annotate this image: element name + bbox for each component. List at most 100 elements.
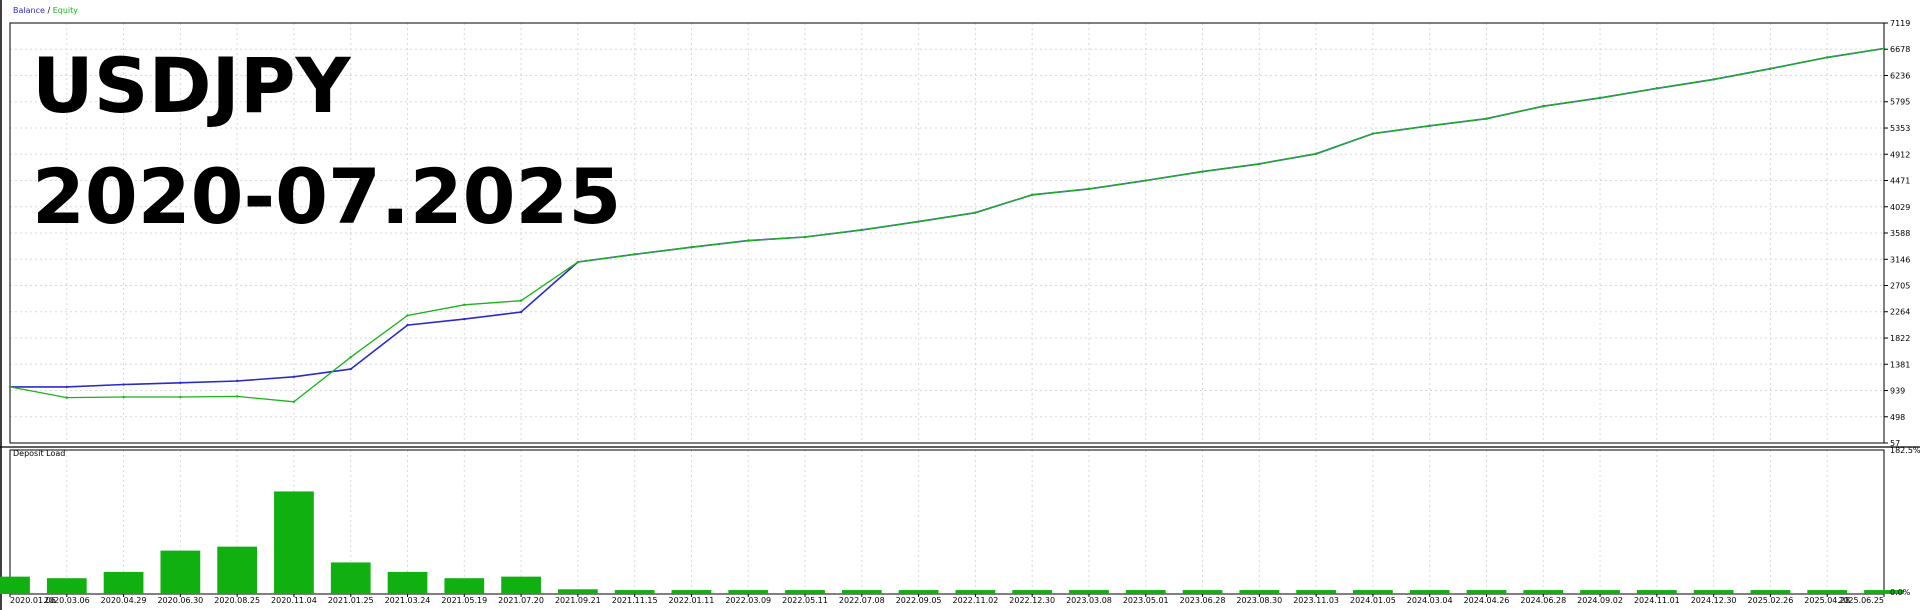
y-tick-label: 2705 [1890, 282, 1910, 291]
balance-point [349, 367, 352, 371]
y-tick-label: 2264 [1890, 308, 1910, 317]
equity-point [1428, 124, 1431, 128]
deposit-load-bar [1523, 590, 1564, 594]
deposit-load-bar [1580, 590, 1620, 594]
x-tick-label: 2021.03.24 [385, 596, 431, 605]
equity-point [519, 299, 523, 302]
x-tick-label: 2021.11.15 [612, 596, 658, 605]
x-tick-label: 2022.05.11 [782, 596, 828, 605]
y-tick-label: 4912 [1890, 150, 1910, 159]
balance-point [463, 317, 466, 321]
equity-point [1598, 96, 1602, 100]
equity-point [122, 395, 125, 399]
deposit-load-bar [444, 578, 485, 594]
deposit-load-bar [1409, 590, 1450, 594]
deposit-load-bar [501, 576, 541, 594]
deposit-load-bar [330, 562, 371, 594]
legend: Balance / Equity [13, 6, 78, 15]
equity-point [747, 239, 750, 242]
deposit-load-bar [46, 578, 87, 594]
x-tick-label: 2024.04.26 [1464, 596, 1510, 605]
deposit-y-tick-max: 182.5% [1890, 446, 1920, 455]
y-tick-label: 1381 [1890, 360, 1910, 369]
deposit-load-bar [614, 590, 655, 594]
x-tick-label: 2024.03.04 [1407, 596, 1453, 605]
deposit-load-bar [1012, 590, 1053, 594]
deposit-load-bar [1466, 590, 1507, 594]
balance-point [179, 381, 182, 384]
deposit-load-bar [955, 590, 996, 594]
deposit-load-bar [1069, 590, 1109, 594]
deposit-load-bar [1693, 590, 1734, 594]
deposit-load-bar [274, 491, 314, 594]
x-tick-label: 2024.11.01 [1634, 596, 1680, 605]
balance-point [519, 310, 523, 314]
equity-point [576, 260, 580, 264]
balance-point [292, 375, 296, 379]
equity-point [1258, 162, 1261, 166]
equity-point [179, 395, 182, 399]
equity-point [917, 220, 920, 223]
equity-point [1655, 87, 1659, 90]
x-tick-label: 2021.05.19 [441, 596, 487, 605]
legend-separator: / [45, 6, 53, 15]
x-tick-label: 2023.08.30 [1236, 596, 1282, 605]
deposit-load-bar [387, 571, 428, 594]
y-tick-label: 6236 [1890, 72, 1910, 81]
x-tick-label: 2022.09.05 [896, 596, 942, 605]
x-tick-label: 2020.03.06 [44, 596, 90, 605]
deposit-load-bar [898, 590, 939, 594]
deposit-load-bar [1807, 590, 1848, 594]
equity-point [1201, 170, 1204, 173]
equity-point [1371, 132, 1375, 135]
equity-point [65, 396, 68, 399]
x-tick-label: 2024.01.05 [1350, 596, 1396, 605]
y-tick-label: 498 [1890, 413, 1905, 422]
balance-point [65, 385, 68, 389]
equity-point [1769, 67, 1772, 70]
x-tick-label: 2021.01.25 [328, 596, 374, 605]
equity-point [633, 253, 636, 256]
x-tick-label: 2020.08.25 [214, 596, 260, 605]
deposit-load-bar [841, 590, 882, 594]
equity-point [292, 400, 296, 403]
deposit-load-bar [1239, 590, 1280, 594]
x-tick-label: 2022.01.11 [669, 596, 715, 605]
y-tick-label: 3588 [1890, 229, 1910, 238]
equity-point [463, 303, 466, 307]
equity-point [235, 395, 239, 398]
y-tick-label: 939 [1890, 387, 1905, 396]
legend-equity: Equity [53, 6, 79, 15]
x-tick-label: 2022.03.09 [725, 596, 771, 605]
deposit-load-bar [1636, 590, 1677, 594]
equity-point [690, 245, 693, 249]
x-tick-label: 2021.09.21 [555, 596, 601, 605]
equity-point [1314, 152, 1318, 155]
equity-point [1712, 78, 1715, 81]
deposit-load-bar [671, 590, 712, 594]
deposit-y-tick-min: 0.0% [1890, 588, 1911, 597]
deposit-load-bar [1182, 590, 1223, 594]
deposit-load-title: Deposit Load [13, 449, 65, 458]
deposit-load-bar [217, 546, 258, 594]
deposit-load-bar [558, 589, 598, 594]
equity-point [1542, 105, 1545, 108]
y-tick-label: 5795 [1890, 98, 1910, 107]
equity-point [1087, 187, 1091, 191]
balance-point [122, 383, 125, 386]
y-tick-label: 3146 [1890, 255, 1910, 264]
deposit-load-bar [0, 576, 30, 594]
equity-point [1144, 179, 1147, 182]
deposit-load-bar [103, 571, 144, 594]
overlay-title-line1: USDJPY [32, 41, 352, 130]
deposit-load-bar [1353, 590, 1393, 594]
deposit-load-bar [1750, 590, 1791, 594]
x-tick-label: 2023.05.01 [1123, 596, 1169, 605]
y-tick-label: 7119 [1890, 19, 1910, 28]
x-tick-label: 2023.03.08 [1066, 596, 1112, 605]
x-tick-label: 2020.11.04 [271, 596, 317, 605]
equity-point [1826, 56, 1829, 59]
equity-point [8, 385, 12, 389]
x-tick-label: 2022.12.30 [1009, 596, 1055, 605]
equity-point [406, 314, 409, 317]
